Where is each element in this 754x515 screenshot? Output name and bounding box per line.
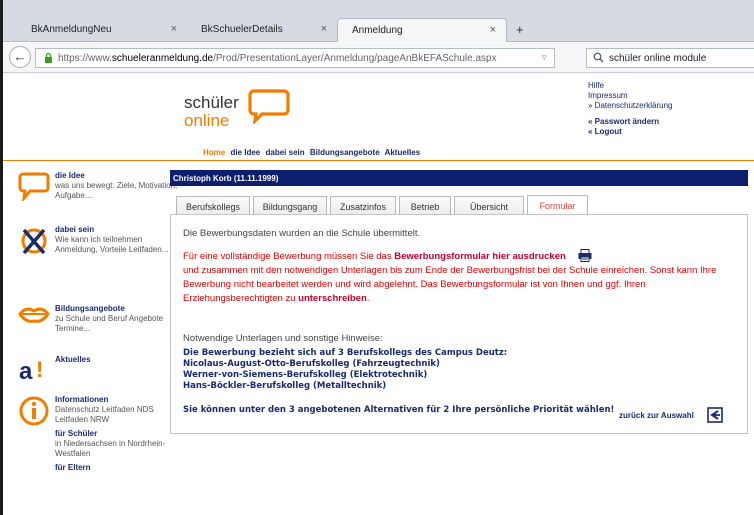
sign-emphasis: unterschreiben <box>298 293 367 304</box>
school-item: Werner-von-Siemens-Berufskolleg (Elektro… <box>183 370 428 380</box>
print-instructions: Für eine vollständige Bewerbung müssen S… <box>183 249 731 306</box>
notes-heading: Notwendige Unterlagen und sonstige Hinwe… <box>183 333 383 344</box>
nav-home[interactable]: Home <box>203 148 225 157</box>
tab-betrieb[interactable]: Betrieb <box>399 196 451 215</box>
sidebar-desc: Datenschutz Leitfaden NDS Leitfaden NRW <box>55 405 154 424</box>
url-prefix: https://www. <box>58 53 112 64</box>
print-form-link[interactable]: Bewerbungsformular hier ausdrucken <box>394 251 566 262</box>
browser-tab-bar: BkAnmeldungNeu × BkSchuelerDetails × Anm… <box>3 0 754 42</box>
close-tab-icon[interactable]: × <box>321 23 327 35</box>
printer-icon[interactable] <box>578 249 592 262</box>
lock-icon <box>45 53 52 63</box>
student-name-bar: Christoph Korb (11.11.1999) <box>170 170 748 186</box>
logo-line-2: online <box>184 111 230 130</box>
nav-aktuelles[interactable]: Aktuelles <box>385 148 421 157</box>
back-to-selection-link[interactable]: zurück zur Auswahl <box>619 411 694 420</box>
tab-title: BkSchuelerDetails <box>201 24 283 35</box>
info-icon <box>19 396 49 426</box>
sidebar-desc: Wie kann ich teilnehmen Anmeldung, Vorte… <box>55 235 169 254</box>
tab-uebersicht[interactable]: Übersicht <box>454 196 524 215</box>
sidebar-desc: zu Schule und Beruf Angebote Termine... <box>55 314 164 333</box>
svg-text:a: a <box>19 358 33 381</box>
instruction-text: . <box>366 293 370 304</box>
tab-title: BkAnmeldungNeu <box>31 24 112 35</box>
instruction-text: und zusammen mit den notwendigen Unterla… <box>183 265 717 304</box>
tab-formular[interactable]: Formular <box>527 195 588 216</box>
back-arrow-icon[interactable] <box>707 407 723 423</box>
browser-tab-anmeldung[interactable]: Anmeldung × <box>337 18 507 42</box>
new-tab-button[interactable]: + <box>516 22 524 37</box>
campus-info: Die Bewerbung bezieht sich auf 3 Berufsk… <box>183 348 507 392</box>
priority-note: Sie können unter den 3 angebotenen Alter… <box>183 405 615 415</box>
site-logo[interactable]: schüler online <box>184 94 239 130</box>
sidebar-title: dabei sein <box>55 225 95 234</box>
back-button[interactable]: ← <box>9 46 31 68</box>
sidebar-title: die Idee <box>55 171 85 180</box>
sidebar-desc: in Niedersachsen in Nordrhein-Westfalen <box>55 439 166 458</box>
url-dropdown-icon[interactable]: ▿ <box>542 52 547 63</box>
sidebar-title: Informationen <box>55 395 109 404</box>
address-bar[interactable]: https://www.schueleranmeldung.de/Prod/Pr… <box>35 48 555 68</box>
submitted-message: Die Bewerbungsdaten wurden an die Schule… <box>183 228 421 239</box>
nav-die-idee[interactable]: die Idee <box>230 148 260 157</box>
sidebar-link-fuer-eltern[interactable]: für Eltern <box>55 463 180 473</box>
search-value: schüler online module <box>609 53 707 64</box>
school-item: Nicolaus-August-Otto-Berufskolleg (Fahrz… <box>183 359 440 369</box>
sidebar-text-idee: die Idee was uns bewegt: Ziele, Motivati… <box>55 171 180 201</box>
speech-bubble-icon <box>18 172 50 201</box>
sidebar-title: Bildungsangebote <box>55 304 125 313</box>
ballot-x-icon <box>21 228 47 255</box>
help-link[interactable]: Hilfe <box>588 81 673 91</box>
header-divider <box>3 160 754 161</box>
change-password-link[interactable]: « Passwort ändern <box>588 117 673 127</box>
sidebar-title: Aktuelles <box>55 355 91 364</box>
campus-line: Die Bewerbung bezieht sich auf 3 Berufsk… <box>183 348 508 358</box>
sidebar-desc: was uns bewegt: Ziele, Motivation, Aufga… <box>55 181 178 200</box>
window-edge <box>0 0 3 515</box>
logo-line-1: schüler <box>184 93 239 112</box>
tab-bildungsgang[interactable]: Bildungsgang <box>253 196 327 215</box>
speech-bubble-logo-icon <box>248 89 290 124</box>
lips-icon <box>18 307 50 323</box>
search-icon <box>593 52 604 63</box>
tab-title: Anmeldung <box>352 25 403 36</box>
search-input[interactable]: schüler online module <box>586 48 754 68</box>
tab-berufskollegs[interactable]: Berufskollegs <box>176 196 250 215</box>
sidebar-text-aktuelles: Aktuelles <box>55 355 180 365</box>
close-tab-icon[interactable]: × <box>171 23 177 35</box>
main-nav: Home die Idee dabei sein Bildungsangebot… <box>203 148 423 157</box>
a-exclamation-icon: a ! <box>19 357 43 381</box>
sidebar-text-dabei-sein: dabei sein Wie kann ich teilnehmen Anmel… <box>55 225 180 255</box>
privacy-link[interactable]: » Datenschutzerklärung <box>588 101 673 111</box>
browser-nav-bar: ← https://www.schueleranmeldung.de/Prod/… <box>3 43 754 73</box>
sidebar-link-fuer-schueler[interactable]: für Schüler <box>55 429 180 439</box>
url-path: /Prod/PresentationLayer/Anmeldung/pageAn… <box>213 53 497 64</box>
sidebar-text-informationen: Informationen Datenschutz Leitfaden NDS … <box>55 395 180 473</box>
browser-tab-bkanmeldungneu[interactable]: BkAnmeldungNeu × <box>17 18 187 42</box>
sidebar-text-bildungsangebote: Bildungsangebote zu Schule und Beruf Ang… <box>55 304 180 334</box>
close-tab-icon[interactable]: × <box>490 24 496 36</box>
url-domain: schueleranmeldung.de <box>111 53 214 64</box>
school-item: Hans-Böckler-Berufskolleg (Metalltechnik… <box>183 381 387 391</box>
browser-tab-bkschuelerdetails[interactable]: BkSchuelerDetails × <box>187 18 337 42</box>
nav-dabei-sein[interactable]: dabei sein <box>266 148 305 157</box>
tab-zusatzinfos[interactable]: Zusatzinfos <box>330 196 396 215</box>
impressum-link[interactable]: Impressum <box>588 91 673 101</box>
form-panel: Die Bewerbungsdaten wurden an die Schule… <box>170 214 748 434</box>
header-links: Hilfe Impressum » Datenschutzerklärung «… <box>588 81 673 137</box>
logout-link[interactable]: « Logout <box>588 127 673 137</box>
svg-text:!: ! <box>36 357 43 381</box>
instruction-text: Für eine vollständige Bewerbung müssen S… <box>183 251 395 262</box>
nav-bildungsangebote[interactable]: Bildungsangebote <box>310 148 380 157</box>
